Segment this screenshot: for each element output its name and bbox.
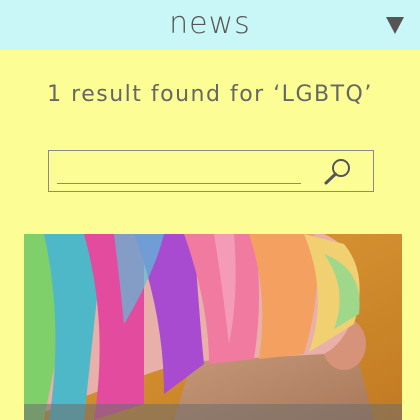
page-title: news: [169, 6, 251, 41]
triangle-down-icon: [386, 17, 404, 34]
menu-toggle[interactable]: [384, 14, 406, 36]
rainbow-hair-photo: [24, 234, 402, 420]
search-result-count: 1 result found for ‘LGBTQ’: [47, 82, 373, 107]
search-icon: [324, 159, 350, 185]
search-button[interactable]: [321, 155, 355, 187]
search-form: [48, 150, 374, 192]
result-thumbnail[interactable]: [24, 234, 402, 420]
top-bar: news: [0, 0, 420, 50]
search-input[interactable]: [57, 157, 301, 184]
caption-strip: [24, 404, 402, 420]
